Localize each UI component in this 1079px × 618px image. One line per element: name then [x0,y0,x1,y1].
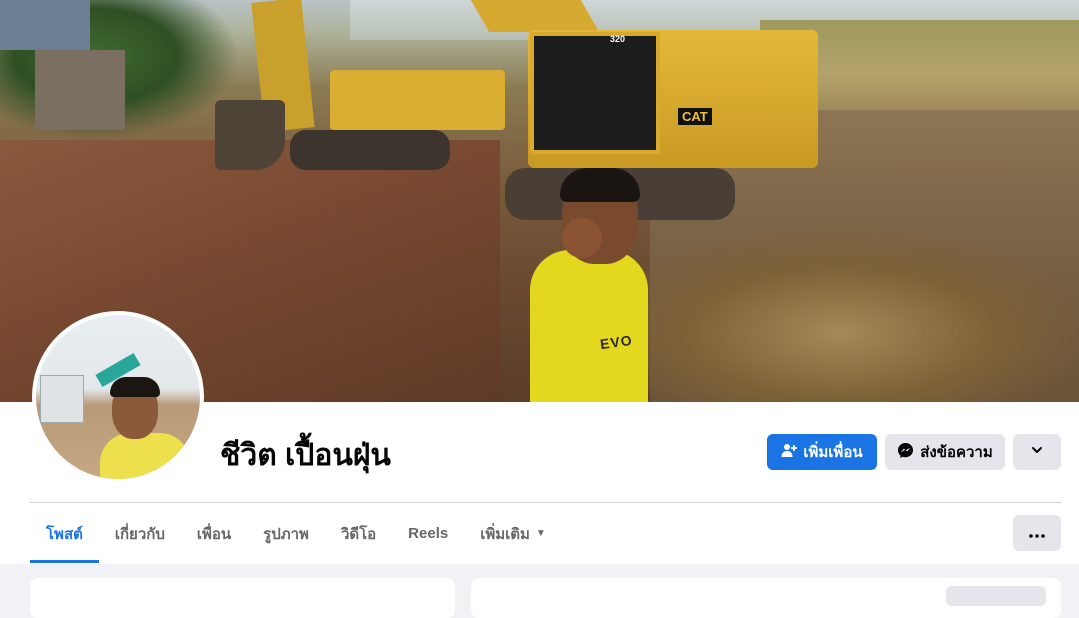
tab-more[interactable]: เพิ่มเติม ▼ [464,504,562,563]
cover-excavator-model: 320 [610,34,626,44]
tab-label: เกี่ยวกับ [114,525,165,543]
cover-brush-pile [600,230,1079,402]
tab-about[interactable]: เกี่ยวกับ [99,504,181,563]
add-friend-icon [781,442,798,462]
tab-friends[interactable]: เพื่อน [181,504,247,563]
tab-reels[interactable]: Reels [392,504,464,563]
chevron-down-icon [1030,443,1044,461]
tab-label: เพิ่มเติม [480,525,530,543]
cover-excavator-left-body [330,70,505,130]
tab-photos[interactable]: รูปภาพ [247,504,325,563]
avatar-truck [40,375,84,423]
cover-shed-roof [0,0,90,50]
avatar-hair [110,377,160,397]
tab-label: รูปภาพ [263,525,309,543]
tab-label: Reels [408,525,449,542]
add-friend-button[interactable]: เพิ่มเพื่อน [767,434,877,470]
cover-excavator-left-track [290,130,450,170]
cover-excavator-bucket [215,100,285,170]
cover-excavator-boom [470,0,600,32]
tab-label: โพสต์ [46,525,83,543]
profile-avatar[interactable] [32,311,204,483]
message-label: ส่งข้อความ [920,444,993,461]
add-friend-label: เพิ่มเพื่อน [803,444,863,461]
cover-cat-logo: CAT [678,108,712,125]
cover-kid-hair [560,168,640,202]
cover-shed-wall [35,50,125,130]
avatar-shirt [100,433,190,479]
cover-kid-thumbs-up [562,218,602,258]
more-options-button[interactable] [1013,515,1061,551]
cover-kid-shirt [530,250,648,402]
message-button[interactable]: ส่งข้อความ [885,434,1005,470]
profile-tabs: โพสต์ เกี่ยวกับ เพื่อน รูปภาพ วิดีโอ Ree… [30,504,562,563]
tab-videos[interactable]: วิดีโอ [325,504,392,563]
tab-label: เพื่อน [196,525,232,543]
messenger-icon [897,442,914,463]
cover-excavator-cab [530,32,660,154]
intro-card [30,578,455,618]
profile-name: ชีวิต เปื้อนฝุ่น [220,439,391,472]
tab-posts[interactable]: โพสต์ [30,504,99,563]
header-divider [30,502,1061,503]
profile-options-button[interactable] [1013,434,1061,470]
caret-down-icon: ▼ [535,528,546,539]
more-dots-icon [1029,525,1045,542]
tab-label: วิดีโอ [340,525,377,543]
posts-filter-button[interactable] [946,586,1046,606]
